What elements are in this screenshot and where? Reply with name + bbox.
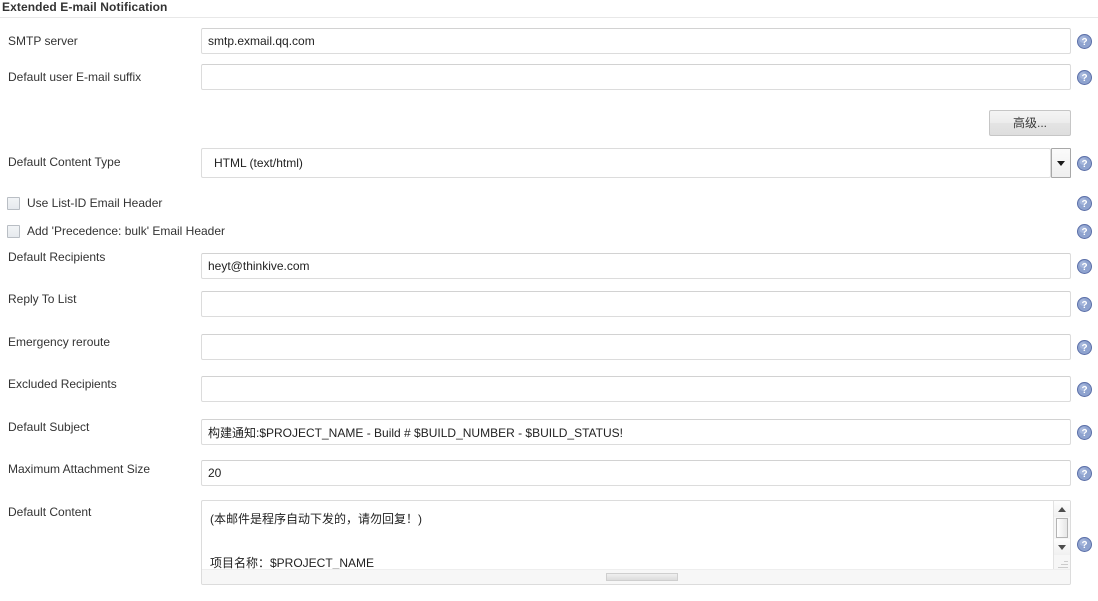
- excluded-recipients-label: Excluded Recipients: [8, 377, 117, 391]
- row-smtp-server: SMTP server ?: [0, 28, 1098, 56]
- row-default-subject: Default Subject ?: [0, 419, 1098, 448]
- email-suffix-input[interactable]: [201, 64, 1071, 90]
- scroll-down-arrow-icon[interactable]: [1054, 539, 1070, 555]
- excluded-recipients-input[interactable]: [201, 376, 1071, 402]
- default-subject-label: Default Subject: [8, 420, 90, 434]
- svg-text:?: ?: [1081, 262, 1087, 273]
- help-icon[interactable]: ?: [1077, 340, 1092, 355]
- help-icon[interactable]: ?: [1077, 466, 1092, 481]
- svg-text:?: ?: [1081, 37, 1087, 48]
- help-icon[interactable]: ?: [1077, 537, 1092, 552]
- help-icon[interactable]: ?: [1077, 297, 1092, 312]
- content-type-selected-value[interactable]: HTML (text/html): [201, 148, 1051, 178]
- smtp-server-input[interactable]: [201, 28, 1071, 54]
- row-default-recipients: Default Recipients ?: [0, 250, 1098, 279]
- row-reply-to-list: Reply To List ?: [0, 291, 1098, 320]
- help-icon[interactable]: ?: [1077, 224, 1092, 239]
- content-type-select[interactable]: HTML (text/html): [201, 148, 1071, 178]
- help-icon[interactable]: ?: [1077, 425, 1092, 440]
- extended-email-notification-panel: Extended E-mail Notification SMTP server…: [0, 0, 1098, 601]
- row-emergency-reroute: Emergency reroute ?: [0, 334, 1098, 363]
- scrollbar-thumb[interactable]: [606, 573, 678, 581]
- resize-grip-icon[interactable]: [1058, 558, 1068, 568]
- advanced-button[interactable]: 高级...: [989, 110, 1071, 136]
- default-recipients-label: Default Recipients: [8, 250, 106, 264]
- reply-to-list-input[interactable]: [201, 291, 1071, 317]
- row-precedence-bulk: Add 'Precedence: bulk' Email Header ?: [0, 224, 1098, 242]
- smtp-server-label: SMTP server: [8, 34, 78, 48]
- svg-text:?: ?: [1081, 73, 1087, 84]
- help-icon[interactable]: ?: [1077, 259, 1092, 274]
- textarea-horizontal-scrollbar[interactable]: [202, 569, 1070, 584]
- row-email-suffix: Default user E-mail suffix ?: [0, 64, 1098, 92]
- max-attachment-size-input[interactable]: [201, 460, 1071, 486]
- default-content-value[interactable]: (本邮件是程序自动下发的，请勿回复！) 项目名称：$PROJECT_NAME: [202, 501, 1047, 571]
- default-content-textarea[interactable]: (本邮件是程序自动下发的，请勿回复！) 项目名称：$PROJECT_NAME: [201, 500, 1071, 585]
- svg-text:?: ?: [1081, 428, 1087, 439]
- help-icon[interactable]: ?: [1077, 34, 1092, 49]
- max-attachment-size-label: Maximum Attachment Size: [8, 462, 151, 476]
- add-precedence-bulk-email-header-label: Add 'Precedence: bulk' Email Header: [27, 224, 226, 238]
- svg-text:?: ?: [1081, 199, 1087, 210]
- row-list-id-header: Use List-ID Email Header ?: [0, 196, 1098, 214]
- help-icon[interactable]: ?: [1077, 70, 1092, 85]
- email-suffix-label: Default user E-mail suffix: [8, 70, 142, 84]
- add-precedence-bulk-email-header-checkbox[interactable]: [7, 225, 20, 238]
- use-list-id-email-header-checkbox[interactable]: [7, 197, 20, 210]
- svg-text:?: ?: [1081, 300, 1087, 311]
- chevron-down-icon[interactable]: [1051, 148, 1071, 178]
- scroll-up-arrow-icon[interactable]: [1054, 501, 1070, 517]
- help-icon[interactable]: ?: [1077, 196, 1092, 211]
- use-list-id-email-header-label: Use List-ID Email Header: [27, 196, 163, 210]
- default-recipients-input[interactable]: [201, 253, 1071, 279]
- help-icon[interactable]: ?: [1077, 156, 1092, 171]
- row-excluded-recipients: Excluded Recipients ?: [0, 376, 1098, 405]
- section-divider: [0, 17, 1098, 18]
- reply-to-list-label: Reply To List: [8, 292, 77, 306]
- help-icon[interactable]: ?: [1077, 382, 1092, 397]
- emergency-reroute-label: Emergency reroute: [8, 335, 111, 349]
- svg-text:?: ?: [1081, 540, 1087, 551]
- default-subject-input[interactable]: [201, 419, 1071, 445]
- default-content-label: Default Content: [8, 505, 92, 519]
- svg-text:?: ?: [1081, 159, 1087, 170]
- emergency-reroute-input[interactable]: [201, 334, 1071, 360]
- content-type-label: Default Content Type: [8, 155, 121, 169]
- row-max-attachment-size: Maximum Attachment Size ?: [0, 460, 1098, 490]
- scrollbar-thumb[interactable]: [1056, 518, 1068, 538]
- svg-text:?: ?: [1081, 227, 1087, 238]
- svg-text:?: ?: [1081, 343, 1087, 354]
- svg-text:?: ?: [1081, 385, 1087, 396]
- section-title: Extended E-mail Notification: [2, 0, 168, 14]
- svg-text:?: ?: [1081, 469, 1087, 480]
